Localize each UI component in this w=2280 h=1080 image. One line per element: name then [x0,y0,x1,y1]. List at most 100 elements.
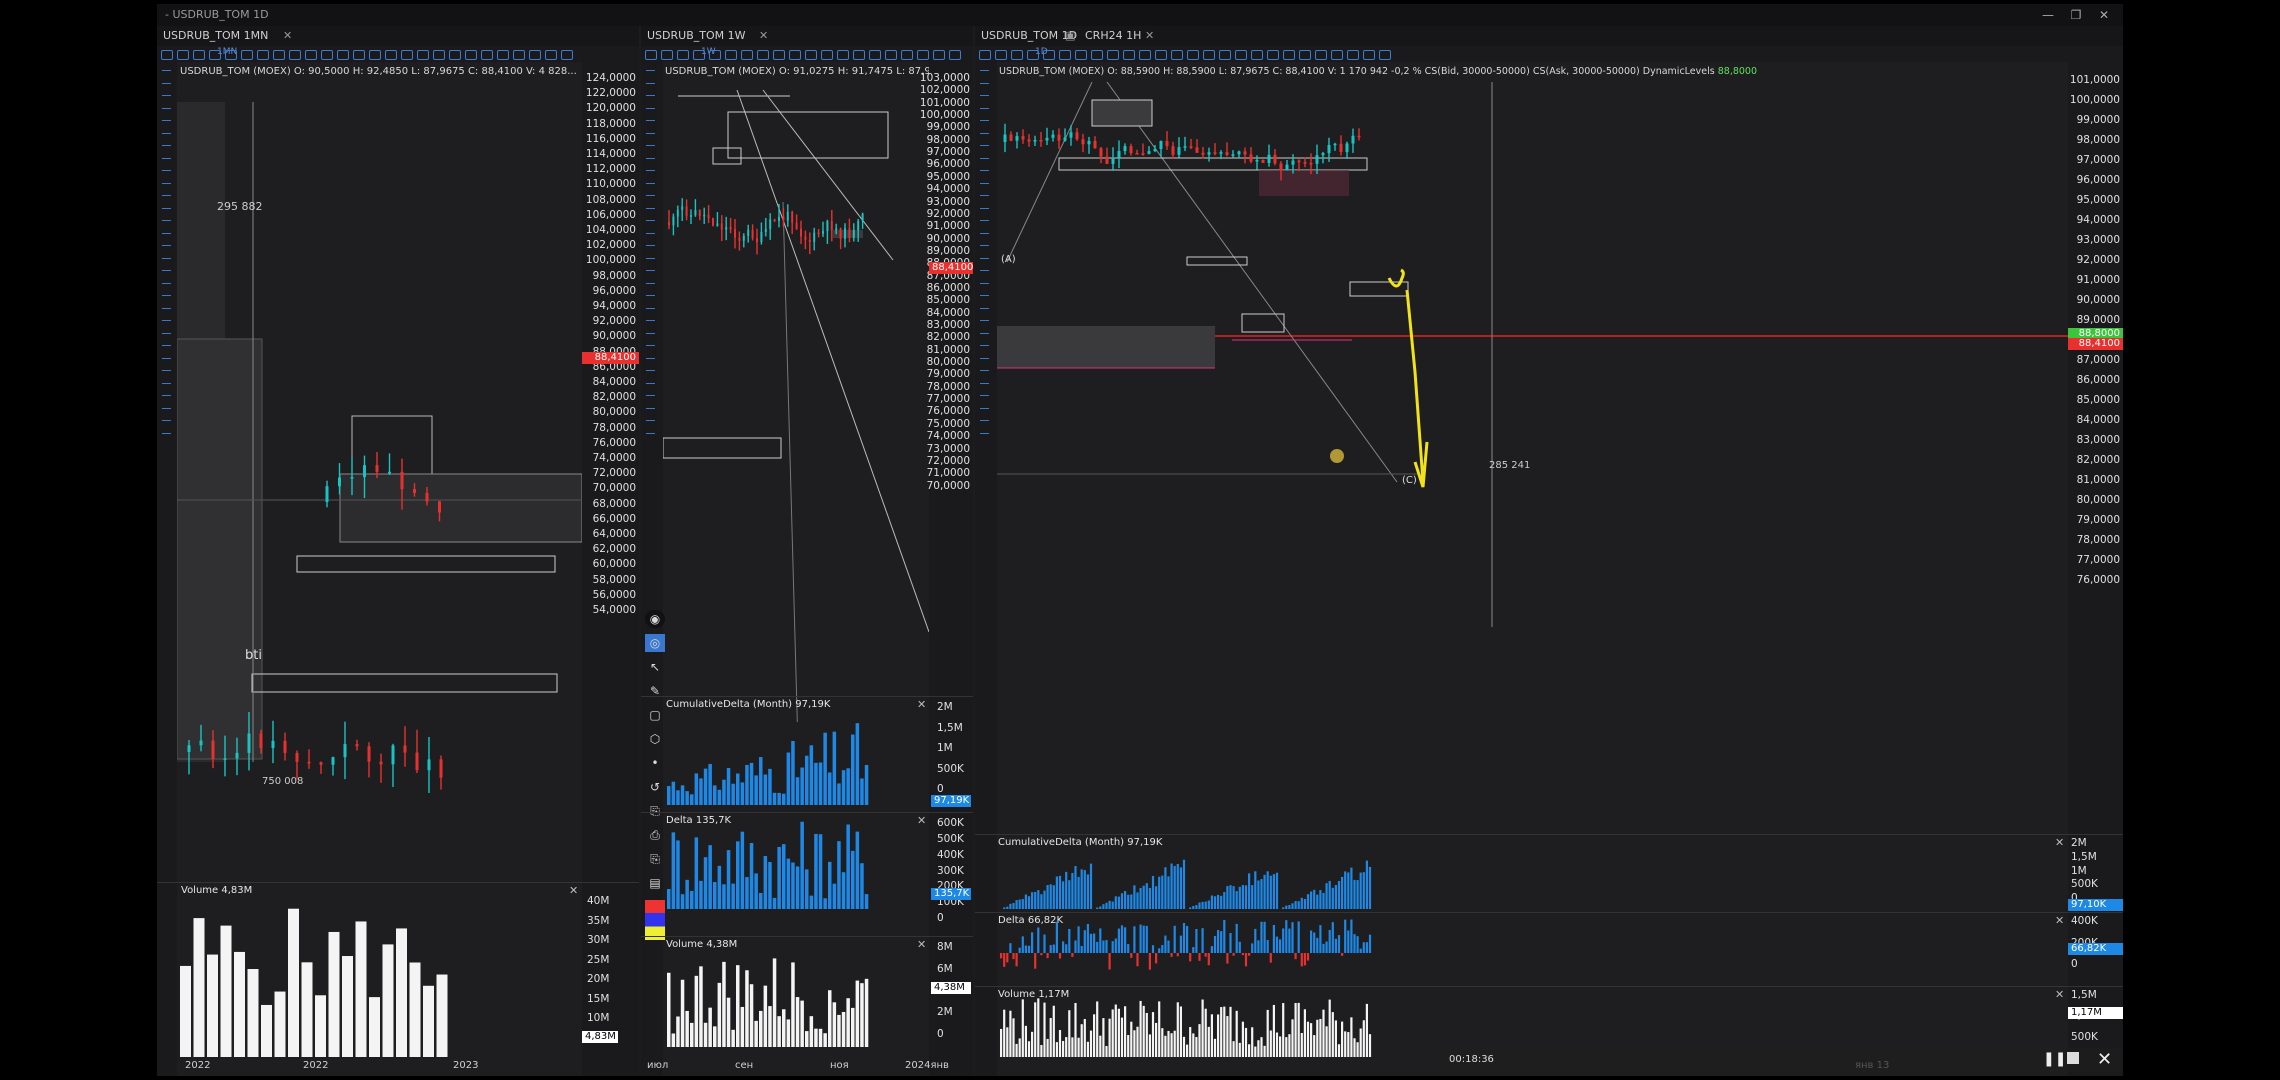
drawing-tool-icon[interactable] [646,357,655,359]
drawing-tool-icon[interactable] [162,420,171,421]
toolbar-icon[interactable] [773,50,785,60]
drawing-tool-icon[interactable] [162,432,171,434]
stop-icon[interactable] [2067,1052,2079,1064]
tab-close-icon[interactable]: ✕ [759,29,768,42]
toolbar-icon[interactable] [1139,50,1151,60]
close-window-button[interactable]: ✕ [2093,6,2115,24]
drawing-tool-icon[interactable] [980,245,989,246]
drawing-tool-icon[interactable] [162,195,171,196]
drawing-tool-icon[interactable] [646,207,655,209]
drawing-tool-icon[interactable] [162,332,171,334]
drawing-tool-icon[interactable] [980,170,989,171]
drawing-tool-icon[interactable] [646,395,655,396]
toolbar-icon[interactable] [805,50,817,60]
toolbar-icon[interactable] [1091,50,1103,60]
toolbar-icon[interactable] [1363,50,1375,60]
drawing-tool-icon[interactable] [980,120,989,121]
toolbar-icon[interactable] [693,50,705,60]
toolbar-icon[interactable] [1043,50,1055,60]
drawing-tool-icon[interactable] [980,370,989,371]
tab-usdrub-1mn[interactable]: USDRUB_TOM 1MN [163,29,268,42]
close-overlay-icon[interactable]: ✕ [2097,1049,2112,1070]
drawing-tool-icon[interactable] [646,132,655,134]
toolbar-icon[interactable] [305,50,317,60]
drawing-tool-icon[interactable] [646,70,655,71]
toolbar-icon[interactable] [369,50,381,60]
drawing-tool-icon[interactable] [162,382,171,384]
toolbar-icon[interactable] [209,50,221,60]
price-chart-monthly[interactable]: 295 882 bti 750 008 [177,82,582,907]
toolbar-icon[interactable] [1155,50,1167,60]
drawing-tool-icon[interactable] [162,120,171,121]
drawing-tool-icon[interactable] [980,332,989,334]
drawing-tool-icon[interactable] [646,232,655,234]
drawing-tool-icon[interactable] [980,282,989,284]
drawing-tool-icon[interactable] [162,282,171,284]
toolbar-icon[interactable] [1123,50,1135,60]
toolbar-icon[interactable] [401,50,413,60]
drawing-tool-icon[interactable] [646,220,655,221]
drawing-tool-icon[interactable] [646,382,655,384]
pause-icon[interactable]: ❚❚ [2043,1051,2066,1067]
toolbar-icon[interactable] [995,50,1007,60]
toolbar-icon[interactable] [757,50,769,60]
toolbar-icon[interactable] [321,50,333,60]
drawing-tool-icon[interactable] [980,82,989,84]
toolbar-icon[interactable] [661,50,673,60]
drawing-tool-icon[interactable] [980,407,989,409]
toolbar-icon[interactable] [1219,50,1231,60]
close-indicator-icon[interactable]: ✕ [569,884,578,897]
drawing-tool-icon[interactable] [162,95,171,96]
drawing-tool-icon[interactable] [980,420,989,421]
context-tool-icon[interactable]: ◉ [645,610,665,628]
toolbar-icon[interactable] [1283,50,1295,60]
drawing-tool-icon[interactable] [646,420,655,421]
drawing-tool-icon[interactable] [646,282,655,284]
drawing-tool-icon[interactable] [646,295,655,296]
toolbar-icon[interactable] [725,50,737,60]
toolbar-icon[interactable] [741,50,753,60]
drawing-tool-icon[interactable] [162,370,171,371]
drawing-tool-icon[interactable] [980,182,989,184]
toolbar-icon[interactable] [497,50,509,60]
drawing-tool-icon[interactable] [980,357,989,359]
drawing-tool-icon[interactable] [162,320,171,321]
drawing-tool-icon[interactable] [646,195,655,196]
toolbar-icon[interactable] [241,50,253,60]
drawing-tool-icon[interactable] [980,70,989,71]
context-tool-icon[interactable]: ↖ [645,658,665,676]
toolbar-icon[interactable] [273,50,285,60]
toolbar-icon[interactable] [1331,50,1343,60]
drawing-tool-icon[interactable] [646,95,655,96]
toolbar-icon[interactable] [709,50,721,60]
drawing-tool-icon[interactable] [980,207,989,209]
drawing-tool-icon[interactable] [646,145,655,146]
drawing-tool-icon[interactable] [162,82,171,84]
toolbar-icon[interactable] [789,50,801,60]
drawing-tool-icon[interactable] [162,232,171,234]
toolbar-icon[interactable] [979,50,991,60]
drawing-tool-icon[interactable] [162,220,171,221]
toolbar-icon[interactable] [257,50,269,60]
drawing-tool-icon[interactable] [646,345,655,346]
drawing-tool-icon[interactable] [646,157,655,159]
toolbar-icon[interactable] [1171,50,1183,60]
toolbar-icon[interactable] [949,50,961,60]
drawing-tool-icon[interactable] [162,132,171,134]
tab-close-icon[interactable]: ✕ [283,29,292,42]
drawing-tool-icon[interactable] [162,395,171,396]
toolbar-icon[interactable] [289,50,301,60]
drawing-tool-icon[interactable] [980,382,989,384]
drawing-tool-icon[interactable] [646,370,655,371]
drawing-tool-icon[interactable] [980,320,989,321]
toolbar-icon[interactable] [677,50,689,60]
toolbar-icon[interactable] [1107,50,1119,60]
drawing-tool-icon[interactable] [980,270,989,271]
drawing-tool-icon[interactable] [646,82,655,84]
tab-crh24-1h[interactable]: CRH24 1H [1085,29,1141,42]
toolbar-icon[interactable] [417,50,429,60]
toolbar-icon[interactable] [433,50,445,60]
toolbar-icon[interactable] [933,50,945,60]
tab-menu-icon[interactable]: ▣ [1065,29,1075,42]
toolbar-icon[interactable] [869,50,881,60]
